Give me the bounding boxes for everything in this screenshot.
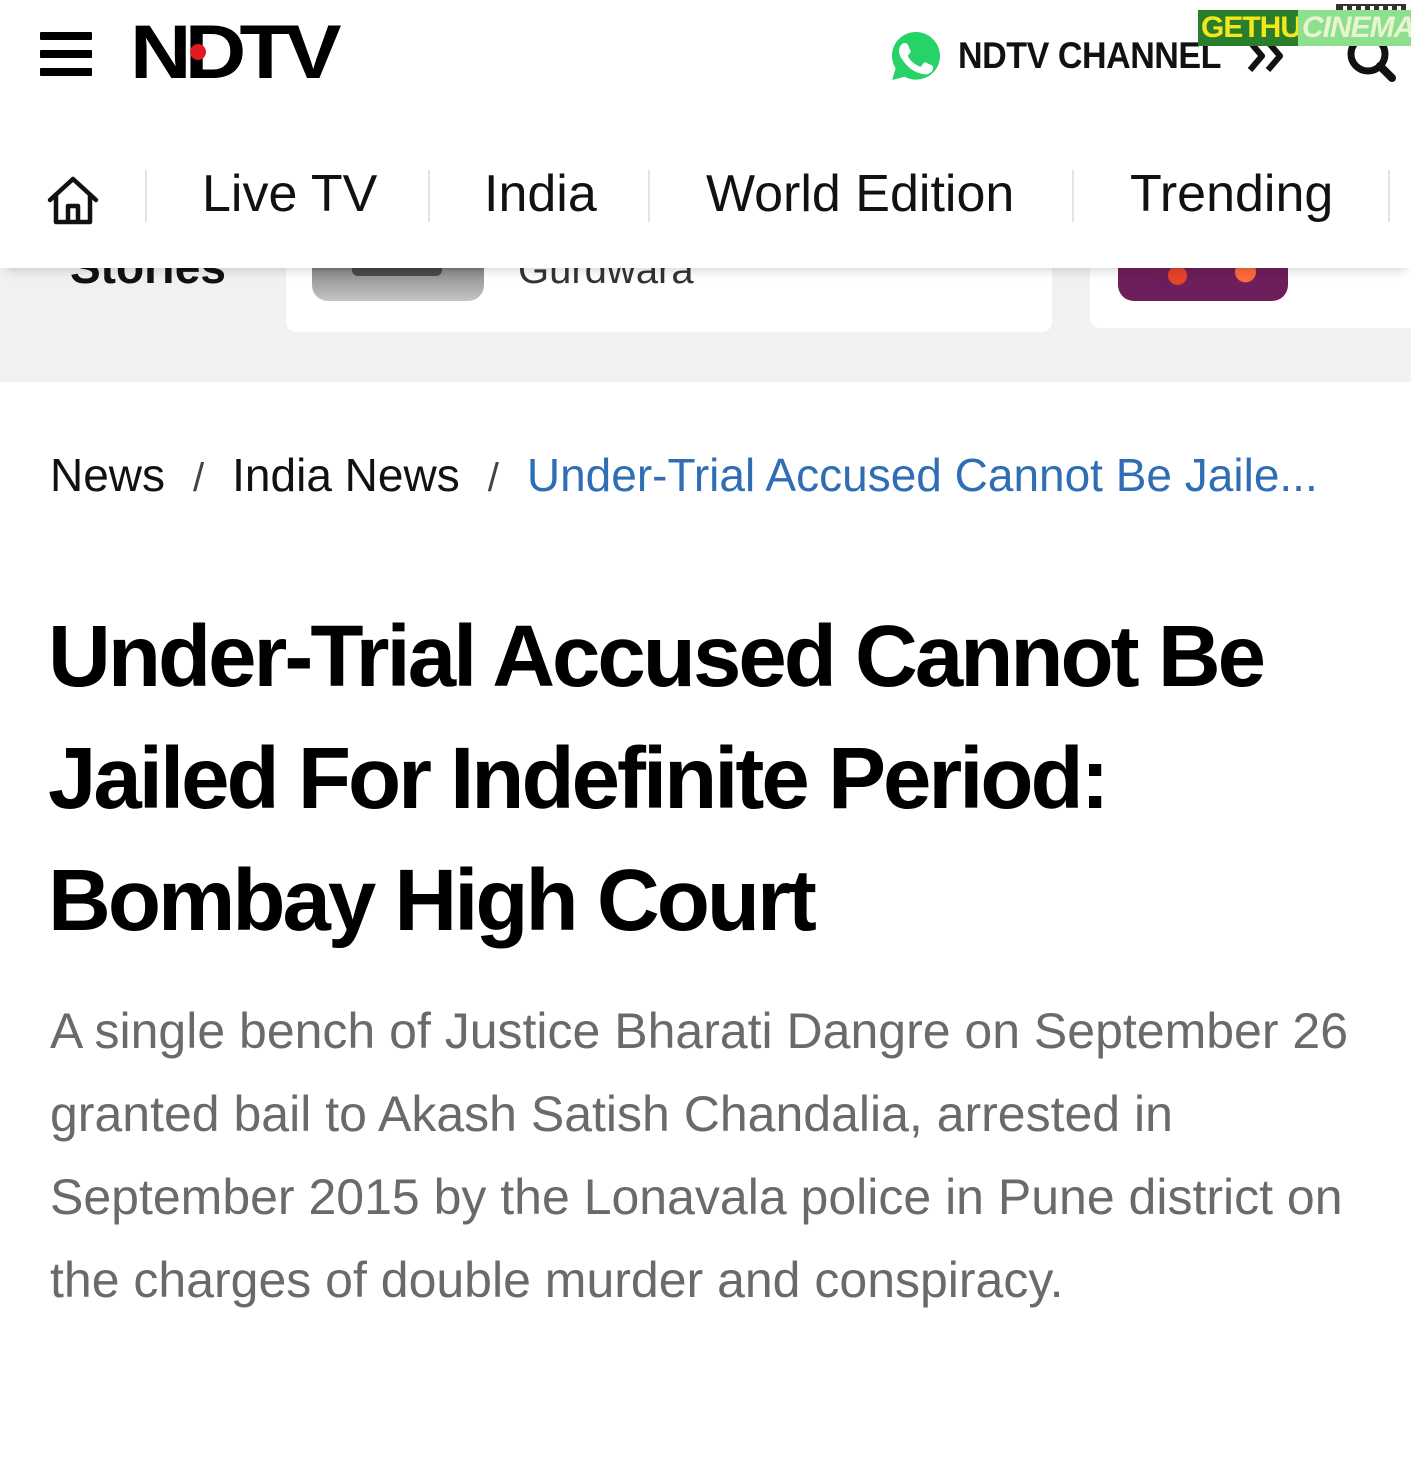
- top-header: NDTV NDTV CHANNEL GETHU CINEMA: [0, 0, 1411, 118]
- watermark-logo: GETHU CINEMA: [1198, 4, 1411, 46]
- home-icon[interactable]: [46, 174, 100, 226]
- story-thumbnail: [1118, 268, 1288, 301]
- nav-item-trending[interactable]: Trending: [1130, 164, 1333, 224]
- stories-strip: Stories Gurdwara: [0, 268, 1411, 382]
- nav-divider: [1388, 170, 1390, 222]
- nav-item-india[interactable]: India: [484, 164, 597, 224]
- story-card[interactable]: [1090, 268, 1411, 328]
- watermark-left-text: GETHU: [1198, 10, 1304, 46]
- nav-divider: [145, 170, 147, 222]
- breadcrumb-india-news[interactable]: India News: [232, 449, 460, 501]
- logo-text: NDTV: [130, 10, 342, 95]
- nav-item-world-edition[interactable]: World Edition: [706, 164, 1014, 224]
- story-title: Gurdwara: [518, 268, 694, 292]
- nav-divider: [1072, 170, 1074, 222]
- article-headline: Under-Trial Accused Cannot Be Jailed For…: [48, 608, 1266, 949]
- breadcrumb-news[interactable]: News: [50, 449, 165, 501]
- breadcrumb-separator: /: [193, 456, 205, 500]
- stories-label: Stories: [70, 268, 226, 294]
- story-thumbnail: [312, 268, 484, 301]
- story-card[interactable]: Gurdwara: [286, 268, 1052, 332]
- nav-divider: [648, 170, 650, 222]
- article-summary: A single bench of Justice Bharati Dangre…: [50, 1003, 1349, 1308]
- watermark-right-text: CINEMA: [1298, 10, 1411, 46]
- main-nav: Live TV India World Edition Trending: [0, 118, 1411, 268]
- nav-divider: [428, 170, 430, 222]
- nav-item-live-tv[interactable]: Live TV: [202, 164, 377, 224]
- whatsapp-channel-label: NDTV CHANNEL: [958, 35, 1222, 76]
- hamburger-menu-icon[interactable]: [40, 32, 92, 76]
- logo-red-dot: [190, 44, 206, 60]
- whatsapp-icon: [892, 32, 940, 80]
- ndtv-logo[interactable]: NDTV: [130, 10, 412, 95]
- breadcrumb-current: Under-Trial Accused Cannot Be Jaile...: [526, 449, 1318, 501]
- breadcrumb: News / India News / Under-Trial Accused Cann…: [50, 448, 1318, 502]
- whatsapp-channel-link[interactable]: NDTV CHANNEL: [888, 28, 1244, 84]
- breadcrumb-separator: /: [487, 456, 499, 500]
